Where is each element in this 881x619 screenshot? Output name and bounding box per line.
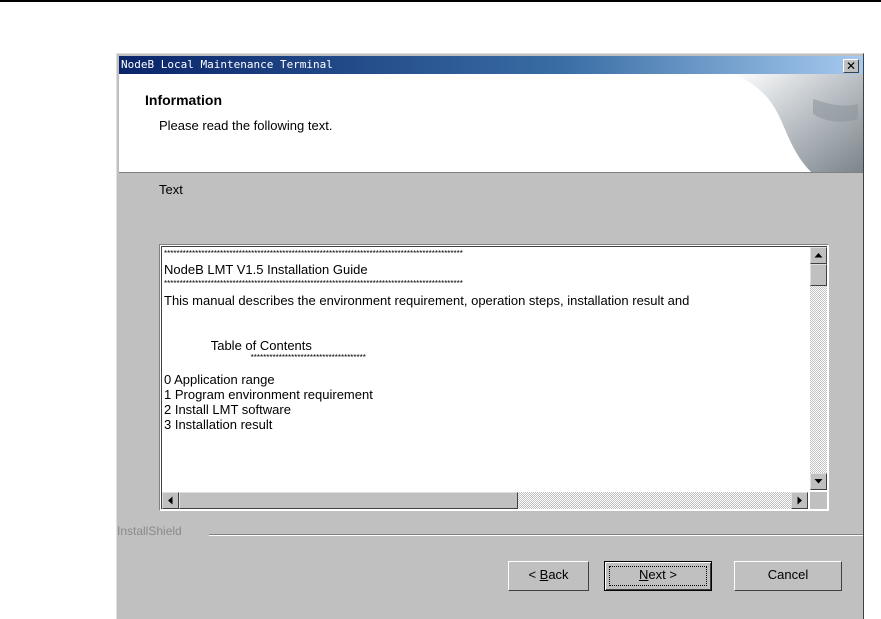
arrow-up-icon [814,253,823,258]
top-divider-line [0,0,881,2]
installer-dialog: NodeB Local Maintenance Terminal ✕ Infor… [116,53,864,619]
page-subtitle: Please read the following text. [159,118,333,133]
separator-line: ************************************* [164,353,366,362]
footer-divider [209,534,863,536]
back-prefix: < [528,567,540,582]
cancel-button[interactable]: Cancel [734,561,842,591]
text-line: 3 Installation result [164,417,273,432]
arrow-left-icon [168,496,173,505]
back-button[interactable]: < Back [508,561,589,591]
back-rest: ack [548,567,569,582]
scroll-corner [810,492,827,509]
vertical-scrollbar[interactable] [810,247,827,490]
close-button[interactable]: ✕ [843,59,859,73]
text-line: This manual describes the environment re… [164,293,690,308]
header-panel: Information Please read the following te… [119,74,863,173]
installshield-logo-graphic [733,74,863,172]
vertical-scroll-thumb[interactable] [810,264,827,286]
text-section-label: Text [159,182,183,197]
horizontal-scroll-thumb[interactable] [179,492,518,509]
focus-rectangle [609,566,707,586]
license-text-box[interactable]: ****************************************… [159,244,829,511]
next-button[interactable]: Next > [604,561,712,591]
separator-line: ****************************************… [164,249,463,258]
text-area[interactable]: ****************************************… [161,246,827,509]
text-line: 1 Program environment requirement [164,387,373,402]
window-title: NodeB Local Maintenance Terminal [121,58,333,71]
cancel-label: Cancel [767,567,809,582]
scroll-left-button[interactable] [162,492,179,509]
arrow-down-icon [814,479,823,484]
scroll-down-button[interactable] [810,473,827,490]
arrow-right-icon [797,496,802,505]
scroll-right-button[interactable] [791,492,808,509]
scroll-up-button[interactable] [810,247,827,264]
installshield-brand: InstallShield [117,524,186,538]
text-content: ****************************************… [164,249,800,479]
text-line: Table of Contents [164,338,312,353]
close-icon: ✕ [845,59,857,73]
text-line: NodeB LMT V1.5 Installation Guide [164,262,368,277]
text-line: 0 Application range [164,372,275,387]
separator-line: ****************************************… [164,279,463,288]
horizontal-scrollbar[interactable] [162,492,808,509]
page-title: Information [145,92,222,108]
title-bar[interactable]: NodeB Local Maintenance Terminal ✕ [119,56,863,74]
text-line: 2 Install LMT software [164,402,291,417]
